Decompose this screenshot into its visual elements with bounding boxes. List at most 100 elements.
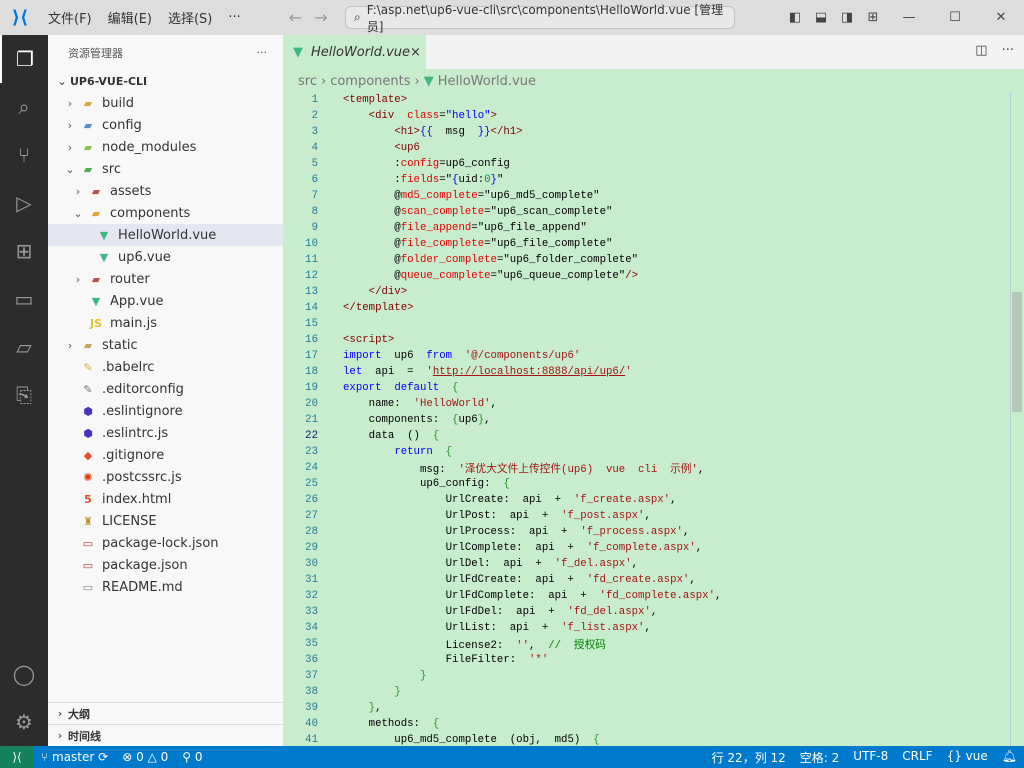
remote-indicator-icon[interactable]: ⟩⟨ bbox=[0, 746, 34, 768]
tree-item[interactable]: › ▰ build bbox=[48, 92, 283, 114]
forward-arrow-icon[interactable]: → bbox=[314, 8, 327, 27]
breadcrumb-components[interactable]: components bbox=[330, 74, 410, 89]
tree-item[interactable]: ✺ .postcssrc.js bbox=[48, 466, 283, 488]
tree-item[interactable]: › ▰ static bbox=[48, 334, 283, 356]
notifications-bell-icon[interactable]: 🔔︎ bbox=[995, 749, 1024, 766]
code-line[interactable]: 16 <script> bbox=[283, 332, 1011, 348]
code-line[interactable]: 3 <h1>{{ msg }}</h1> bbox=[283, 124, 1011, 140]
vertical-scrollbar[interactable] bbox=[1010, 92, 1024, 746]
workspace-root[interactable]: ⌄ UP6-VUE-CLI bbox=[48, 70, 283, 92]
menu-more[interactable]: ··· bbox=[220, 10, 248, 25]
menu-selection[interactable]: 选择(S) bbox=[160, 8, 220, 27]
code-line[interactable]: 8 @scan_complete="up6_scan_complete" bbox=[283, 204, 1011, 220]
problems-status[interactable]: ⊗ 0 △ 0 bbox=[115, 750, 175, 764]
tree-item[interactable]: ♜ LICENSE bbox=[48, 510, 283, 532]
code-line[interactable]: 29 UrlComplete: api + 'f_complete.aspx', bbox=[283, 540, 1011, 556]
explorer-icon[interactable]: ❐ bbox=[0, 35, 48, 83]
tree-item[interactable]: ▼ HelloWorld.vue bbox=[48, 224, 283, 246]
tree-item[interactable]: ✎ .babelrc bbox=[48, 356, 283, 378]
code-line[interactable]: 5 :config=up6_config bbox=[283, 156, 1011, 172]
settings-gear-icon[interactable]: ⚙ bbox=[0, 698, 48, 746]
minimize-button[interactable]: — bbox=[886, 10, 932, 25]
code-line[interactable]: 27 UrlPost: api + 'f_post.aspx', bbox=[283, 508, 1011, 524]
tree-item[interactable]: › ▰ config bbox=[48, 114, 283, 136]
timeline-panel[interactable]: › 时间线 bbox=[48, 724, 283, 746]
more-actions-button[interactable]: ··· bbox=[257, 46, 268, 59]
code-line[interactable]: 7 @md5_complete="up6_md5_complete" bbox=[283, 188, 1011, 204]
code-line[interactable]: 39 }, bbox=[283, 700, 1011, 716]
code-line[interactable]: 2 <div class="hello"> bbox=[283, 108, 1011, 124]
tree-item[interactable]: › ▰ assets bbox=[48, 180, 283, 202]
command-center-search[interactable]: ⌕ F:\asp.net\up6-vue-cli\src\components\… bbox=[345, 3, 735, 34]
encoding[interactable]: UTF-8 bbox=[846, 749, 895, 766]
code-line[interactable]: 34 UrlList: api + 'f_list.aspx', bbox=[283, 620, 1011, 636]
outline-panel[interactable]: › 大纲 bbox=[48, 702, 283, 724]
branch-status[interactable]: ⑂ master ⟳ bbox=[34, 750, 115, 764]
remote-explorer-icon[interactable]: ▭ bbox=[0, 275, 48, 323]
code-line[interactable]: 37 } bbox=[283, 668, 1011, 684]
code-line[interactable]: 14 </template> bbox=[283, 300, 1011, 316]
code-line[interactable]: 15 bbox=[283, 316, 1011, 332]
code-line[interactable]: 13 </div> bbox=[283, 284, 1011, 300]
code-line[interactable]: 24 msg: '泽优大文件上传控件(up6) vue cli 示例', bbox=[283, 460, 1011, 476]
menu-file[interactable]: 文件(F) bbox=[40, 8, 100, 27]
toggle-sidebar-icon[interactable]: ◧ bbox=[782, 10, 808, 25]
code-line[interactable]: 1 <template> bbox=[283, 92, 1011, 108]
code-line[interactable]: 18 let api = 'http://localhost:8888/api/u… bbox=[283, 364, 1011, 380]
breadcrumb-file[interactable]: HelloWorld.vue bbox=[438, 74, 536, 89]
code-line[interactable]: 32 UrlFdComplete: api + 'fd_complete.asp… bbox=[283, 588, 1011, 604]
run-debug-icon[interactable]: ▷ bbox=[0, 179, 48, 227]
split-editor-icon[interactable]: ◫ bbox=[975, 43, 987, 58]
code-line[interactable]: 9 @file_append="up6_file_append" bbox=[283, 220, 1011, 236]
code-line[interactable]: 10 @file_complete="up6_file_complete" bbox=[283, 236, 1011, 252]
source-control-icon[interactable]: ⑂ bbox=[0, 131, 48, 179]
code-line[interactable]: 41 up6_md5_complete (obj, md5) { bbox=[283, 732, 1011, 746]
code-line[interactable]: 4 <up6 bbox=[283, 140, 1011, 156]
tree-item[interactable]: ⬢ .eslintignore bbox=[48, 400, 283, 422]
back-arrow-icon[interactable]: ← bbox=[289, 8, 302, 27]
code-line[interactable]: 6 :fields="{uid:0}" bbox=[283, 172, 1011, 188]
folder-icon[interactable]: ▱ bbox=[0, 323, 48, 371]
code-line[interactable]: 40 methods: { bbox=[283, 716, 1011, 732]
tree-item[interactable]: ▼ App.vue bbox=[48, 290, 283, 312]
toggle-secondary-sidebar-icon[interactable]: ◨ bbox=[834, 10, 860, 25]
tree-item[interactable]: 5 index.html bbox=[48, 488, 283, 510]
tab-helloworld-vue[interactable]: ▼ HelloWorld.vue × bbox=[283, 35, 426, 69]
ports-status[interactable]: ⚲ 0 bbox=[175, 750, 209, 764]
tree-item[interactable]: ⬢ .eslintrc.js bbox=[48, 422, 283, 444]
breadcrumb-src[interactable]: src bbox=[298, 74, 317, 89]
code-line[interactable]: 25 up6_config: { bbox=[283, 476, 1011, 492]
indentation[interactable]: 空格: 2 bbox=[793, 749, 847, 766]
code-line[interactable]: 35 License2: '', // 授权码 bbox=[283, 636, 1011, 652]
code-line[interactable]: 19 export default { bbox=[283, 380, 1011, 396]
extensions-icon[interactable]: ⊞ bbox=[0, 227, 48, 275]
code-line[interactable]: 26 UrlCreate: api + 'f_create.aspx', bbox=[283, 492, 1011, 508]
code-line[interactable]: 21 components: {up6}, bbox=[283, 412, 1011, 428]
tree-item[interactable]: ✎ .editorconfig bbox=[48, 378, 283, 400]
tree-item[interactable]: › ▰ router bbox=[48, 268, 283, 290]
code-line[interactable]: 20 name: 'HelloWorld', bbox=[283, 396, 1011, 412]
menu-edit[interactable]: 编辑(E) bbox=[100, 8, 160, 27]
tree-item[interactable]: › ▰ node_modules bbox=[48, 136, 283, 158]
extension-icon[interactable]: ⎘ bbox=[0, 371, 48, 419]
tree-item[interactable]: ▭ package-lock.json bbox=[48, 532, 283, 554]
end-of-line[interactable]: CRLF bbox=[895, 749, 939, 766]
sync-icon[interactable]: ⟳ bbox=[98, 750, 108, 764]
close-button[interactable]: ✕ bbox=[978, 10, 1024, 25]
code-line[interactable]: 38 } bbox=[283, 684, 1011, 700]
layout-icon[interactable]: ⊞ bbox=[860, 10, 886, 25]
code-line[interactable]: 36 FileFilter: '*' bbox=[283, 652, 1011, 668]
code-line[interactable]: 33 UrlFdDel: api + 'fd_del.aspx', bbox=[283, 604, 1011, 620]
code-line[interactable]: 30 UrlDel: api + 'f_del.aspx', bbox=[283, 556, 1011, 572]
code-line[interactable]: 31 UrlFdCreate: api + 'fd_create.aspx', bbox=[283, 572, 1011, 588]
code-line[interactable]: 22 data () { bbox=[283, 427, 1011, 445]
tree-item[interactable]: ▭ package.json bbox=[48, 554, 283, 576]
code-line[interactable]: 12 @queue_complete="up6_queue_complete"/… bbox=[283, 268, 1011, 284]
code-line[interactable]: 17 import up6 from '@/components/up6' bbox=[283, 348, 1011, 364]
search-icon[interactable]: ⌕ bbox=[0, 83, 48, 131]
language-mode[interactable]: {} vue bbox=[940, 749, 995, 766]
tree-item[interactable]: ◆ .gitignore bbox=[48, 444, 283, 466]
tree-item[interactable]: ▼ up6.vue bbox=[48, 246, 283, 268]
maximize-button[interactable]: ☐ bbox=[932, 10, 978, 25]
code-line[interactable]: 11 @folder_complete="up6_folder_complete… bbox=[283, 252, 1011, 268]
